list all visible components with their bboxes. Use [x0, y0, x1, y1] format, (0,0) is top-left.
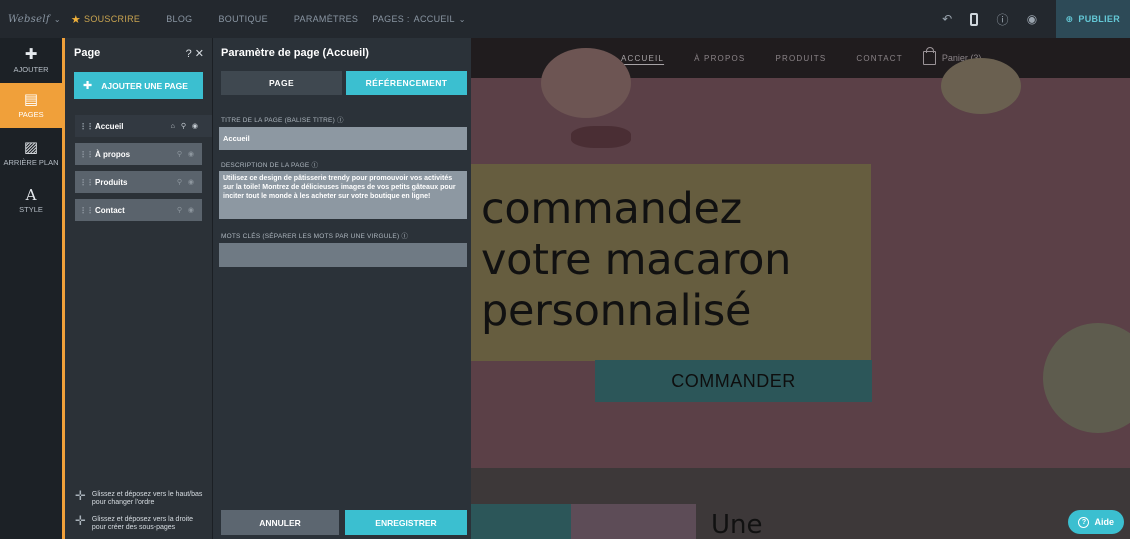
- current-page-dropdown[interactable]: ACCUEIL: [414, 14, 455, 24]
- page-title-field[interactable]: Accueil: [219, 127, 467, 150]
- headline-line: votre macaron: [481, 235, 792, 285]
- add-page-label: AJOUTER UNE PAGE: [101, 80, 188, 91]
- section-title[interactable]: Une: [711, 510, 763, 539]
- shopping-bag-icon[interactable]: [922, 47, 936, 65]
- page-name: Contact: [95, 205, 125, 215]
- page-name: Produits: [95, 177, 128, 187]
- help-button[interactable]: ? Aide: [1068, 510, 1124, 534]
- nav-parametres[interactable]: PARAMÈTRES: [294, 14, 358, 24]
- headline-line: commandez: [481, 184, 742, 234]
- headline-line: personnalisé: [481, 286, 752, 336]
- hint-text: Glissez et déposez vers le haut/bas pour…: [91, 491, 203, 506]
- eye-preview-icon[interactable]: ◉: [1027, 12, 1038, 26]
- plus-icon: ✚: [24, 46, 38, 63]
- hero-headline[interactable]: commandez votre macaron personnalisé: [481, 184, 791, 337]
- top-bar: Webself ⌄ ★ SOUSCRIRE BLOG BOUTIQUE PARA…: [0, 0, 1130, 38]
- list-item-a-propos[interactable]: ⋮⋮ À propos ⚲ ◉: [75, 143, 202, 165]
- close-icon[interactable]: ✕: [195, 48, 204, 60]
- rail-item-label: ARRIÈRE PLAN: [3, 157, 59, 167]
- page-settings-panel: Paramètre de page (Accueil) PAGE RÉFÉREN…: [212, 38, 471, 539]
- drag-handle-icon[interactable]: ⋮⋮: [79, 122, 94, 131]
- page-title-label: TITRE DE LA PAGE (BALISE TITRE) ⓘ: [221, 117, 344, 124]
- publish-label: PUBLIER: [1078, 14, 1120, 24]
- site-nav-contact[interactable]: CONTACT: [856, 54, 902, 63]
- question-icon: ?: [1078, 516, 1090, 528]
- list-item-produits[interactable]: ⋮⋮ Produits ⚲ ◉: [75, 171, 202, 193]
- rail-item-label: STYLE: [19, 205, 43, 214]
- reorder-hint: ✛ Glissez et déposez vers le haut/bas po…: [75, 488, 205, 507]
- page-description-field[interactable]: Utilisez ce design de pâtisserie trendy …: [219, 171, 467, 219]
- page-tools-icons[interactable]: ⌂ ⚲ ◉: [171, 122, 200, 130]
- drag-handle-icon[interactable]: ⋮⋮: [79, 206, 94, 215]
- page-tools-icons[interactable]: ⚲ ◉: [177, 178, 196, 186]
- rail-item-label: AJOUTER: [13, 65, 49, 74]
- page-tools-icons[interactable]: ⚲ ◉: [177, 206, 196, 214]
- star-icon: ★: [70, 13, 82, 26]
- brand-logo[interactable]: Webself: [8, 14, 50, 25]
- drag-handle-icon[interactable]: ⋮⋮: [79, 178, 94, 187]
- decor-block: [571, 504, 696, 539]
- undo-icon[interactable]: ↶: [942, 12, 952, 26]
- left-rail: ✚ AJOUTER ▤ PAGES ▨ ARRIÈRE PLAN A STYLE: [0, 38, 62, 539]
- help-label: Aide: [1094, 517, 1114, 527]
- keywords-label: MOTS CLÉS (SÉPARER LES MOTS PAR UNE VIRG…: [221, 233, 409, 240]
- page-list: ⋮⋮ Accueil ⌂ ⚲ ◉ ⋮⋮ À propos ⚲ ◉ ⋮⋮ Prod…: [65, 115, 212, 221]
- rail-item-pages[interactable]: ▤ PAGES: [0, 83, 62, 128]
- page-panel: Page ? ✕ ✚ AJOUTER UNE PAGE ⋮⋮ Accueil ⌂…: [62, 38, 212, 539]
- settings-title: Paramètre de page (Accueil): [221, 47, 369, 59]
- cancel-button[interactable]: ANNULER: [221, 510, 339, 535]
- rail-item-ajouter[interactable]: ✚ AJOUTER: [0, 38, 62, 83]
- tab-referencement[interactable]: RÉFÉRENCEMENT: [346, 71, 467, 95]
- chevron-down-icon[interactable]: ⌄: [459, 15, 466, 24]
- site-nav-accueil[interactable]: ACCUEIL: [621, 54, 664, 63]
- move-icon: ✛: [75, 488, 86, 503]
- help-icon[interactable]: ?: [186, 48, 192, 60]
- site-nav-produits[interactable]: PRODUITS: [775, 54, 826, 63]
- subpage-hint: ✛ Glissez et déposez vers la droite pour…: [75, 513, 205, 532]
- hint-text: Glissez et déposez vers la droite pour c…: [91, 516, 194, 531]
- chevron-down-icon[interactable]: ⌄: [54, 15, 61, 24]
- image-icon: ▨: [23, 138, 39, 156]
- site-preview: ACCUEIL À PROPOS PRODUITS CONTACT Panier…: [471, 38, 1130, 539]
- subscribe-link[interactable]: SOUSCRIRE: [84, 14, 140, 24]
- page-panel-actions: ? ✕: [186, 47, 204, 60]
- nav-blog[interactable]: BLOG: [166, 14, 192, 24]
- list-item-contact[interactable]: ⋮⋮ Contact ⚲ ◉: [75, 199, 202, 221]
- site-nav-a-propos[interactable]: À PROPOS: [694, 54, 745, 63]
- macaron-image: [541, 48, 631, 118]
- topbar-actions: ↶ ⓘ ◉ ⊕ PUBLIER: [942, 0, 1130, 38]
- publish-button[interactable]: ⊕ PUBLIER: [1055, 0, 1130, 38]
- lower-section: Une: [471, 468, 1130, 539]
- tab-page[interactable]: PAGE: [221, 71, 342, 95]
- list-item-accueil[interactable]: ⋮⋮ Accueil ⌂ ⚲ ◉: [75, 115, 212, 137]
- help-circle-icon[interactable]: ⓘ: [996, 11, 1008, 28]
- commander-button[interactable]: COMMANDER: [595, 360, 872, 402]
- plus-icon: ✚: [83, 80, 93, 92]
- macaron-image: [1043, 323, 1130, 433]
- globe-icon: ⊕: [1065, 13, 1074, 24]
- drag-handle-icon[interactable]: ⋮⋮: [79, 150, 94, 159]
- pages-label: PAGES :: [372, 14, 410, 24]
- save-button[interactable]: ENREGISTRER: [345, 510, 467, 535]
- keywords-field[interactable]: [219, 243, 467, 267]
- rail-item-style[interactable]: A STYLE: [0, 178, 62, 223]
- rail-item-label: PAGES: [18, 110, 44, 119]
- move-icon: ✛: [75, 513, 86, 528]
- crumbs-image: [571, 126, 631, 148]
- page-name: Accueil: [95, 121, 124, 131]
- pages-icon: ▤: [23, 91, 39, 108]
- settings-tabs: PAGE RÉFÉRENCEMENT: [221, 71, 467, 95]
- page-name: À propos: [95, 149, 131, 159]
- page-panel-header: Page ? ✕: [65, 38, 212, 68]
- nav-boutique[interactable]: BOUTIQUE: [218, 14, 267, 24]
- rail-item-arriere-plan[interactable]: ▨ ARRIÈRE PLAN: [0, 128, 62, 178]
- page-tools-icons[interactable]: ⚲ ◉: [177, 150, 196, 158]
- mobile-view-icon[interactable]: [970, 12, 979, 26]
- macaron-image: [941, 58, 1021, 114]
- add-page-button[interactable]: ✚ AJOUTER UNE PAGE: [74, 72, 203, 99]
- page-description-label: DESCRIPTION DE LA PAGE ⓘ: [221, 162, 319, 169]
- page-panel-title: Page: [74, 47, 101, 59]
- decor-block: [471, 504, 571, 539]
- font-style-icon: A: [25, 186, 37, 204]
